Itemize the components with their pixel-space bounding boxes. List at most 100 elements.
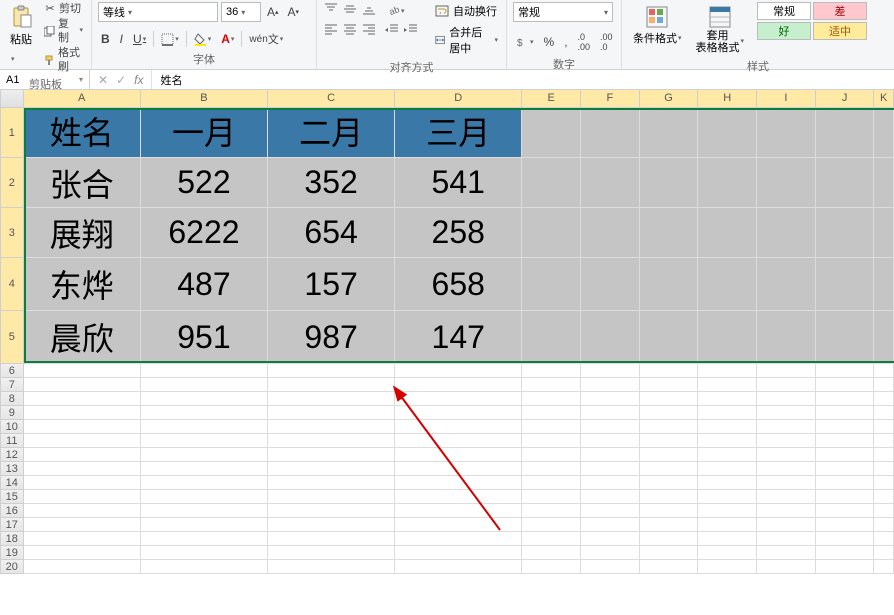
align-right-button[interactable] xyxy=(361,22,377,36)
copy-button[interactable]: 复制▾ xyxy=(42,17,85,45)
cell-G8[interactable] xyxy=(640,392,699,406)
align-top-button[interactable] xyxy=(323,2,339,16)
cell-F3[interactable] xyxy=(581,208,640,258)
cell-C1[interactable]: 二月 xyxy=(268,108,395,158)
row-header-5[interactable]: 5 xyxy=(0,311,24,364)
cell-B8[interactable] xyxy=(141,392,268,406)
cell-D18[interactable] xyxy=(395,532,522,546)
cut-button[interactable]: ✂剪切 xyxy=(42,2,85,16)
cell-G12[interactable] xyxy=(640,448,699,462)
cell-E16[interactable] xyxy=(522,504,581,518)
cell-J8[interactable] xyxy=(816,392,875,406)
cell-B15[interactable] xyxy=(141,490,268,504)
cell-A14[interactable] xyxy=(24,476,141,490)
cell-B9[interactable] xyxy=(141,406,268,420)
cell-J10[interactable] xyxy=(816,420,875,434)
cell-C6[interactable] xyxy=(268,364,395,378)
fill-color-button[interactable]: ▾ xyxy=(191,31,215,48)
cell-B10[interactable] xyxy=(141,420,268,434)
cell-C17[interactable] xyxy=(268,518,395,532)
row-header-12[interactable]: 12 xyxy=(0,448,24,462)
cell-B20[interactable] xyxy=(141,560,268,574)
cell-C9[interactable] xyxy=(268,406,395,420)
cell-E13[interactable] xyxy=(522,462,581,476)
cell-B1[interactable]: 一月 xyxy=(141,108,268,158)
cell-I4[interactable] xyxy=(757,258,816,311)
cell-D6[interactable] xyxy=(395,364,522,378)
cell-B19[interactable] xyxy=(141,546,268,560)
cell-J11[interactable] xyxy=(816,434,875,448)
cell-B18[interactable] xyxy=(141,532,268,546)
conditional-format-button[interactable]: 条件格式▾ xyxy=(628,2,687,48)
number-format-combo[interactable]: 常规▾ xyxy=(513,2,613,22)
cell-J15[interactable] xyxy=(816,490,875,504)
cell-F4[interactable] xyxy=(581,258,640,311)
cell-D11[interactable] xyxy=(395,434,522,448)
cell-K9[interactable] xyxy=(874,406,894,420)
cell-I19[interactable] xyxy=(757,546,816,560)
cell-G4[interactable] xyxy=(640,258,699,311)
cell-A20[interactable] xyxy=(24,560,141,574)
cell-J14[interactable] xyxy=(816,476,875,490)
row-header-18[interactable]: 18 xyxy=(0,532,24,546)
cell-J18[interactable] xyxy=(816,532,875,546)
cell-G11[interactable] xyxy=(640,434,699,448)
phonetic-button[interactable]: wén文▾ xyxy=(246,29,286,49)
cell-F10[interactable] xyxy=(581,420,640,434)
cell-K2[interactable] xyxy=(874,158,894,208)
cell-K7[interactable] xyxy=(874,378,894,392)
cell-F5[interactable] xyxy=(581,311,640,364)
font-color-button[interactable]: A▾ xyxy=(218,30,237,48)
cell-A18[interactable] xyxy=(24,532,141,546)
cell-G5[interactable] xyxy=(640,311,699,364)
cell-B11[interactable] xyxy=(141,434,268,448)
column-header-J[interactable]: J xyxy=(816,90,875,108)
cell-D16[interactable] xyxy=(395,504,522,518)
cell-E15[interactable] xyxy=(522,490,581,504)
cell-K6[interactable] xyxy=(874,364,894,378)
cell-F14[interactable] xyxy=(581,476,640,490)
cell-J6[interactable] xyxy=(816,364,875,378)
cell-D7[interactable] xyxy=(395,378,522,392)
cell-J2[interactable] xyxy=(816,158,875,208)
column-header-I[interactable]: I xyxy=(757,90,816,108)
row-header-19[interactable]: 19 xyxy=(0,546,24,560)
cell-H18[interactable] xyxy=(698,532,757,546)
cell-E7[interactable] xyxy=(522,378,581,392)
comma-button[interactable]: , xyxy=(561,33,570,51)
cell-F15[interactable] xyxy=(581,490,640,504)
cell-F2[interactable] xyxy=(581,158,640,208)
row-header-2[interactable]: 2 xyxy=(0,158,24,208)
cell-J1[interactable] xyxy=(816,108,875,158)
cell-B12[interactable] xyxy=(141,448,268,462)
cell-G17[interactable] xyxy=(640,518,699,532)
cell-F17[interactable] xyxy=(581,518,640,532)
cell-J3[interactable] xyxy=(816,208,875,258)
cell-K1[interactable] xyxy=(874,108,894,158)
cell-C12[interactable] xyxy=(268,448,395,462)
column-header-E[interactable]: E xyxy=(522,90,581,108)
cell-K10[interactable] xyxy=(874,420,894,434)
cell-I11[interactable] xyxy=(757,434,816,448)
cell-B6[interactable] xyxy=(141,364,268,378)
cell-J16[interactable] xyxy=(816,504,875,518)
cell-I13[interactable] xyxy=(757,462,816,476)
increase-decimal-button[interactable]: .0.00 xyxy=(575,30,594,54)
cell-K15[interactable] xyxy=(874,490,894,504)
cell-H14[interactable] xyxy=(698,476,757,490)
cell-K3[interactable] xyxy=(874,208,894,258)
cell-G1[interactable] xyxy=(640,108,699,158)
cell-C10[interactable] xyxy=(268,420,395,434)
chevron-down-icon[interactable]: ▾ xyxy=(79,75,83,84)
cell-A10[interactable] xyxy=(24,420,141,434)
cell-E18[interactable] xyxy=(522,532,581,546)
cell-F1[interactable] xyxy=(581,108,640,158)
column-header-C[interactable]: C xyxy=(268,90,395,108)
row-header-6[interactable]: 6 xyxy=(0,364,24,378)
cell-I3[interactable] xyxy=(757,208,816,258)
cell-G9[interactable] xyxy=(640,406,699,420)
cell-F20[interactable] xyxy=(581,560,640,574)
cell-G3[interactable] xyxy=(640,208,699,258)
cell-H10[interactable] xyxy=(698,420,757,434)
cell-G7[interactable] xyxy=(640,378,699,392)
